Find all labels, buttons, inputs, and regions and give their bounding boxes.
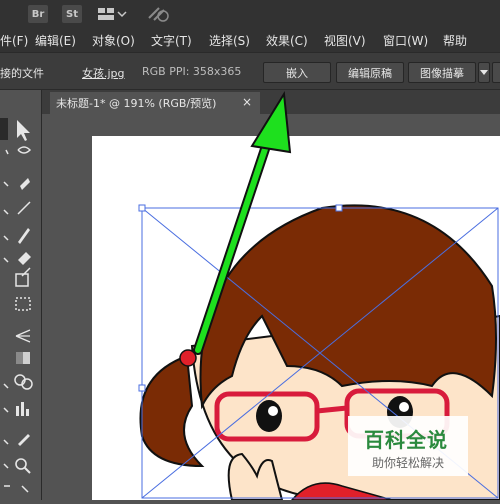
watermark-subtitle: 助你轻松解决 bbox=[372, 456, 445, 470]
free-transform-tool-icon[interactable] bbox=[14, 295, 32, 313]
eraser-tool-icon[interactable] bbox=[14, 250, 32, 268]
eyedropper-tool-icon[interactable] bbox=[14, 430, 32, 448]
document-tab-bar: 未标题-1* @ 191% (RGB/预览) × bbox=[42, 90, 500, 114]
menu-select[interactable]: 选择(S) bbox=[209, 32, 250, 49]
tools-panel bbox=[0, 90, 42, 500]
menu-file[interactable]: 件(F) bbox=[0, 32, 28, 49]
close-icon[interactable]: × bbox=[242, 95, 252, 109]
trace-preset-button[interactable] bbox=[492, 62, 500, 83]
menu-view[interactable]: 视图(V) bbox=[324, 32, 366, 49]
pen-tool-icon[interactable] bbox=[14, 174, 32, 192]
menu-type[interactable]: 文字(T) bbox=[151, 32, 192, 49]
document-tab[interactable]: 未标题-1* @ 191% (RGB/预览) × bbox=[50, 92, 260, 114]
edit-original-button[interactable]: 编辑原稿 bbox=[336, 62, 404, 83]
paintbrush-tool-icon[interactable] bbox=[14, 228, 32, 246]
watermark-title: 百科全说 bbox=[364, 428, 448, 452]
image-trace-button[interactable]: 图像描摹 bbox=[408, 62, 476, 83]
linked-filename-link[interactable]: 女孩.jpg bbox=[82, 65, 125, 81]
selection-tool-icon[interactable] bbox=[14, 118, 32, 136]
menu-effect[interactable]: 效果(C) bbox=[266, 32, 308, 49]
document-tab-title: 未标题-1* @ 191% (RGB/预览) bbox=[56, 97, 217, 110]
image-info: RGB PPI: 358x365 bbox=[142, 65, 242, 78]
scale-tool-icon[interactable] bbox=[14, 270, 32, 288]
control-bar: 接的文件 女孩.jpg RGB PPI: 358x365 嵌入 编辑原稿 图像描… bbox=[0, 52, 500, 90]
menu-bar: 件(F) 编辑(E) 对象(O) 文字(T) 选择(S) 效果(C) 视图(V)… bbox=[0, 28, 500, 52]
linked-file-label: 接的文件 bbox=[0, 67, 44, 80]
image-trace-options-dropdown[interactable] bbox=[478, 62, 490, 83]
embed-button[interactable]: 嵌入 bbox=[263, 62, 331, 83]
lasso-tool-icon[interactable] bbox=[14, 142, 32, 160]
watermark-logo: 百科全说 助你轻松解决 bbox=[348, 416, 468, 476]
app-bar: Br St bbox=[0, 0, 500, 28]
menu-object[interactable]: 对象(O) bbox=[92, 32, 135, 49]
stock-button[interactable]: St bbox=[62, 5, 82, 23]
menu-edit[interactable]: 编辑(E) bbox=[35, 32, 76, 49]
zoom-tool-icon[interactable] bbox=[14, 456, 32, 474]
graph-tool-icon[interactable] bbox=[14, 400, 32, 418]
sync-icon[interactable] bbox=[146, 5, 170, 23]
line-tool-icon[interactable] bbox=[14, 200, 32, 218]
perspective-grid-tool-icon[interactable] bbox=[14, 326, 32, 344]
shape-builder-tool-icon[interactable] bbox=[14, 374, 32, 392]
menu-help[interactable]: 帮助 bbox=[443, 32, 467, 49]
workspace-layout-icon[interactable] bbox=[97, 5, 127, 23]
menu-window[interactable]: 窗口(W) bbox=[383, 32, 428, 49]
gradient-tool-icon[interactable] bbox=[14, 350, 32, 368]
bridge-button[interactable]: Br bbox=[28, 5, 48, 23]
